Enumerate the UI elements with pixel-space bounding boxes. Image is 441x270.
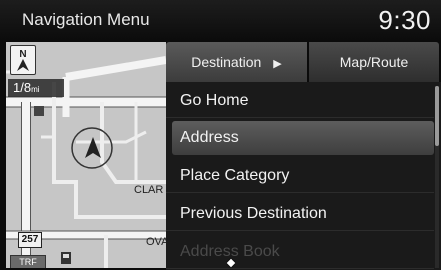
poi-icon — [61, 252, 71, 264]
tab-destination[interactable]: Destination ▶ — [166, 42, 307, 82]
map-scale-unit: mi — [31, 85, 40, 94]
tab-destination-label: Destination — [191, 54, 262, 70]
play-arrow-icon: ▶ — [273, 58, 282, 70]
street-label: CLAR — [134, 184, 164, 196]
route-shield-icon: 257 — [18, 232, 42, 248]
north-up-icon[interactable]: N — [10, 45, 36, 75]
menu-scrollbar-thumb[interactable] — [435, 86, 439, 146]
menu-item-address[interactable]: Address — [172, 121, 434, 155]
destination-menu: Go Home Address Place Category Previous … — [166, 82, 441, 270]
map-scale[interactable]: 1/8mi — [8, 79, 64, 97]
map-view[interactable]: N 1/8mi CLAR OVA 257 TRF — [6, 42, 166, 268]
vehicle-position-icon — [85, 137, 101, 158]
menu-item-previous-destination[interactable]: Previous Destination — [166, 197, 434, 231]
menu-tabs: Destination ▶ Map/Route — [166, 42, 441, 82]
menu-item-address-book[interactable]: Address Book — [166, 235, 434, 269]
clock: 9:30 — [378, 5, 431, 35]
page-title: Navigation Menu — [22, 10, 150, 29]
navigation-screen: Navigation Menu 9:30 N 1/8mi CLAR OVA 25… — [0, 0, 441, 270]
poi-icon — [34, 106, 44, 116]
route-shield-number: 257 — [21, 234, 39, 245]
tab-map-route-label: Map/Route — [339, 54, 409, 70]
menu-item-go-home[interactable]: Go Home — [166, 84, 434, 118]
street-label: OVA — [146, 236, 166, 248]
map-scale-value: 1/8 — [13, 80, 32, 95]
menu-item-place-category[interactable]: Place Category — [166, 159, 434, 193]
traffic-badge-label: TRF — [19, 257, 37, 267]
traffic-badge[interactable]: TRF — [10, 255, 46, 268]
title-bar: Navigation Menu 9:30 — [0, 0, 441, 40]
svg-text:N: N — [19, 49, 26, 60]
tab-map-route[interactable]: Map/Route — [309, 42, 439, 82]
cursor-icon — [226, 258, 236, 268]
